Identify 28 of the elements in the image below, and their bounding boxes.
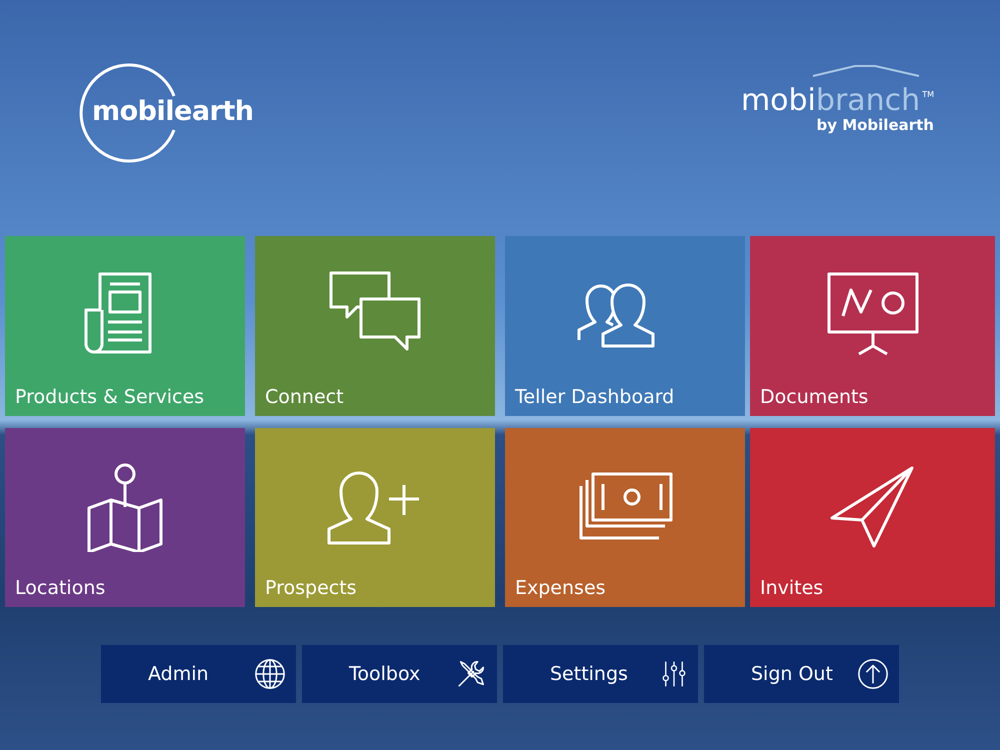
globe-icon — [254, 658, 286, 690]
menu-tile[interactable]: Products & Services — [5, 236, 245, 416]
menu-button[interactable]: Settings — [503, 645, 698, 703]
roof-icon — [810, 64, 921, 78]
tile-label: Documents — [760, 386, 868, 408]
tile-label: Expenses — [515, 577, 606, 599]
tile-label: Products & Services — [15, 386, 204, 408]
menu-button[interactable]: Admin — [101, 645, 296, 703]
logo-text: mobilearth — [92, 96, 254, 127]
menu-tile[interactable]: Expenses — [505, 428, 745, 607]
tile-label: Prospects — [265, 577, 357, 599]
logo-text: mobi — [740, 88, 816, 114]
menu-button[interactable]: Toolbox — [302, 645, 497, 703]
logo-text: branch — [816, 88, 920, 114]
tile-label: Connect — [265, 386, 344, 408]
up-arrow-circle-icon — [857, 658, 889, 690]
menu-button[interactable]: Sign Out — [704, 645, 899, 703]
map-pin-icon — [85, 462, 165, 552]
trademark-mark: TM — [922, 89, 934, 101]
menu-tile[interactable]: Teller Dashboard — [505, 236, 745, 416]
menu-tile[interactable]: Documents — [750, 236, 995, 416]
tile-label: Teller Dashboard — [515, 386, 674, 408]
menu-tile[interactable]: Invites — [750, 428, 995, 607]
tile-label: Invites — [760, 577, 824, 599]
menu-tile[interactable]: Connect — [255, 236, 495, 416]
logo-tagline: by Mobilearth — [816, 116, 934, 134]
tile-label: Locations — [15, 577, 106, 599]
menu-tile[interactable]: Locations — [5, 428, 245, 607]
